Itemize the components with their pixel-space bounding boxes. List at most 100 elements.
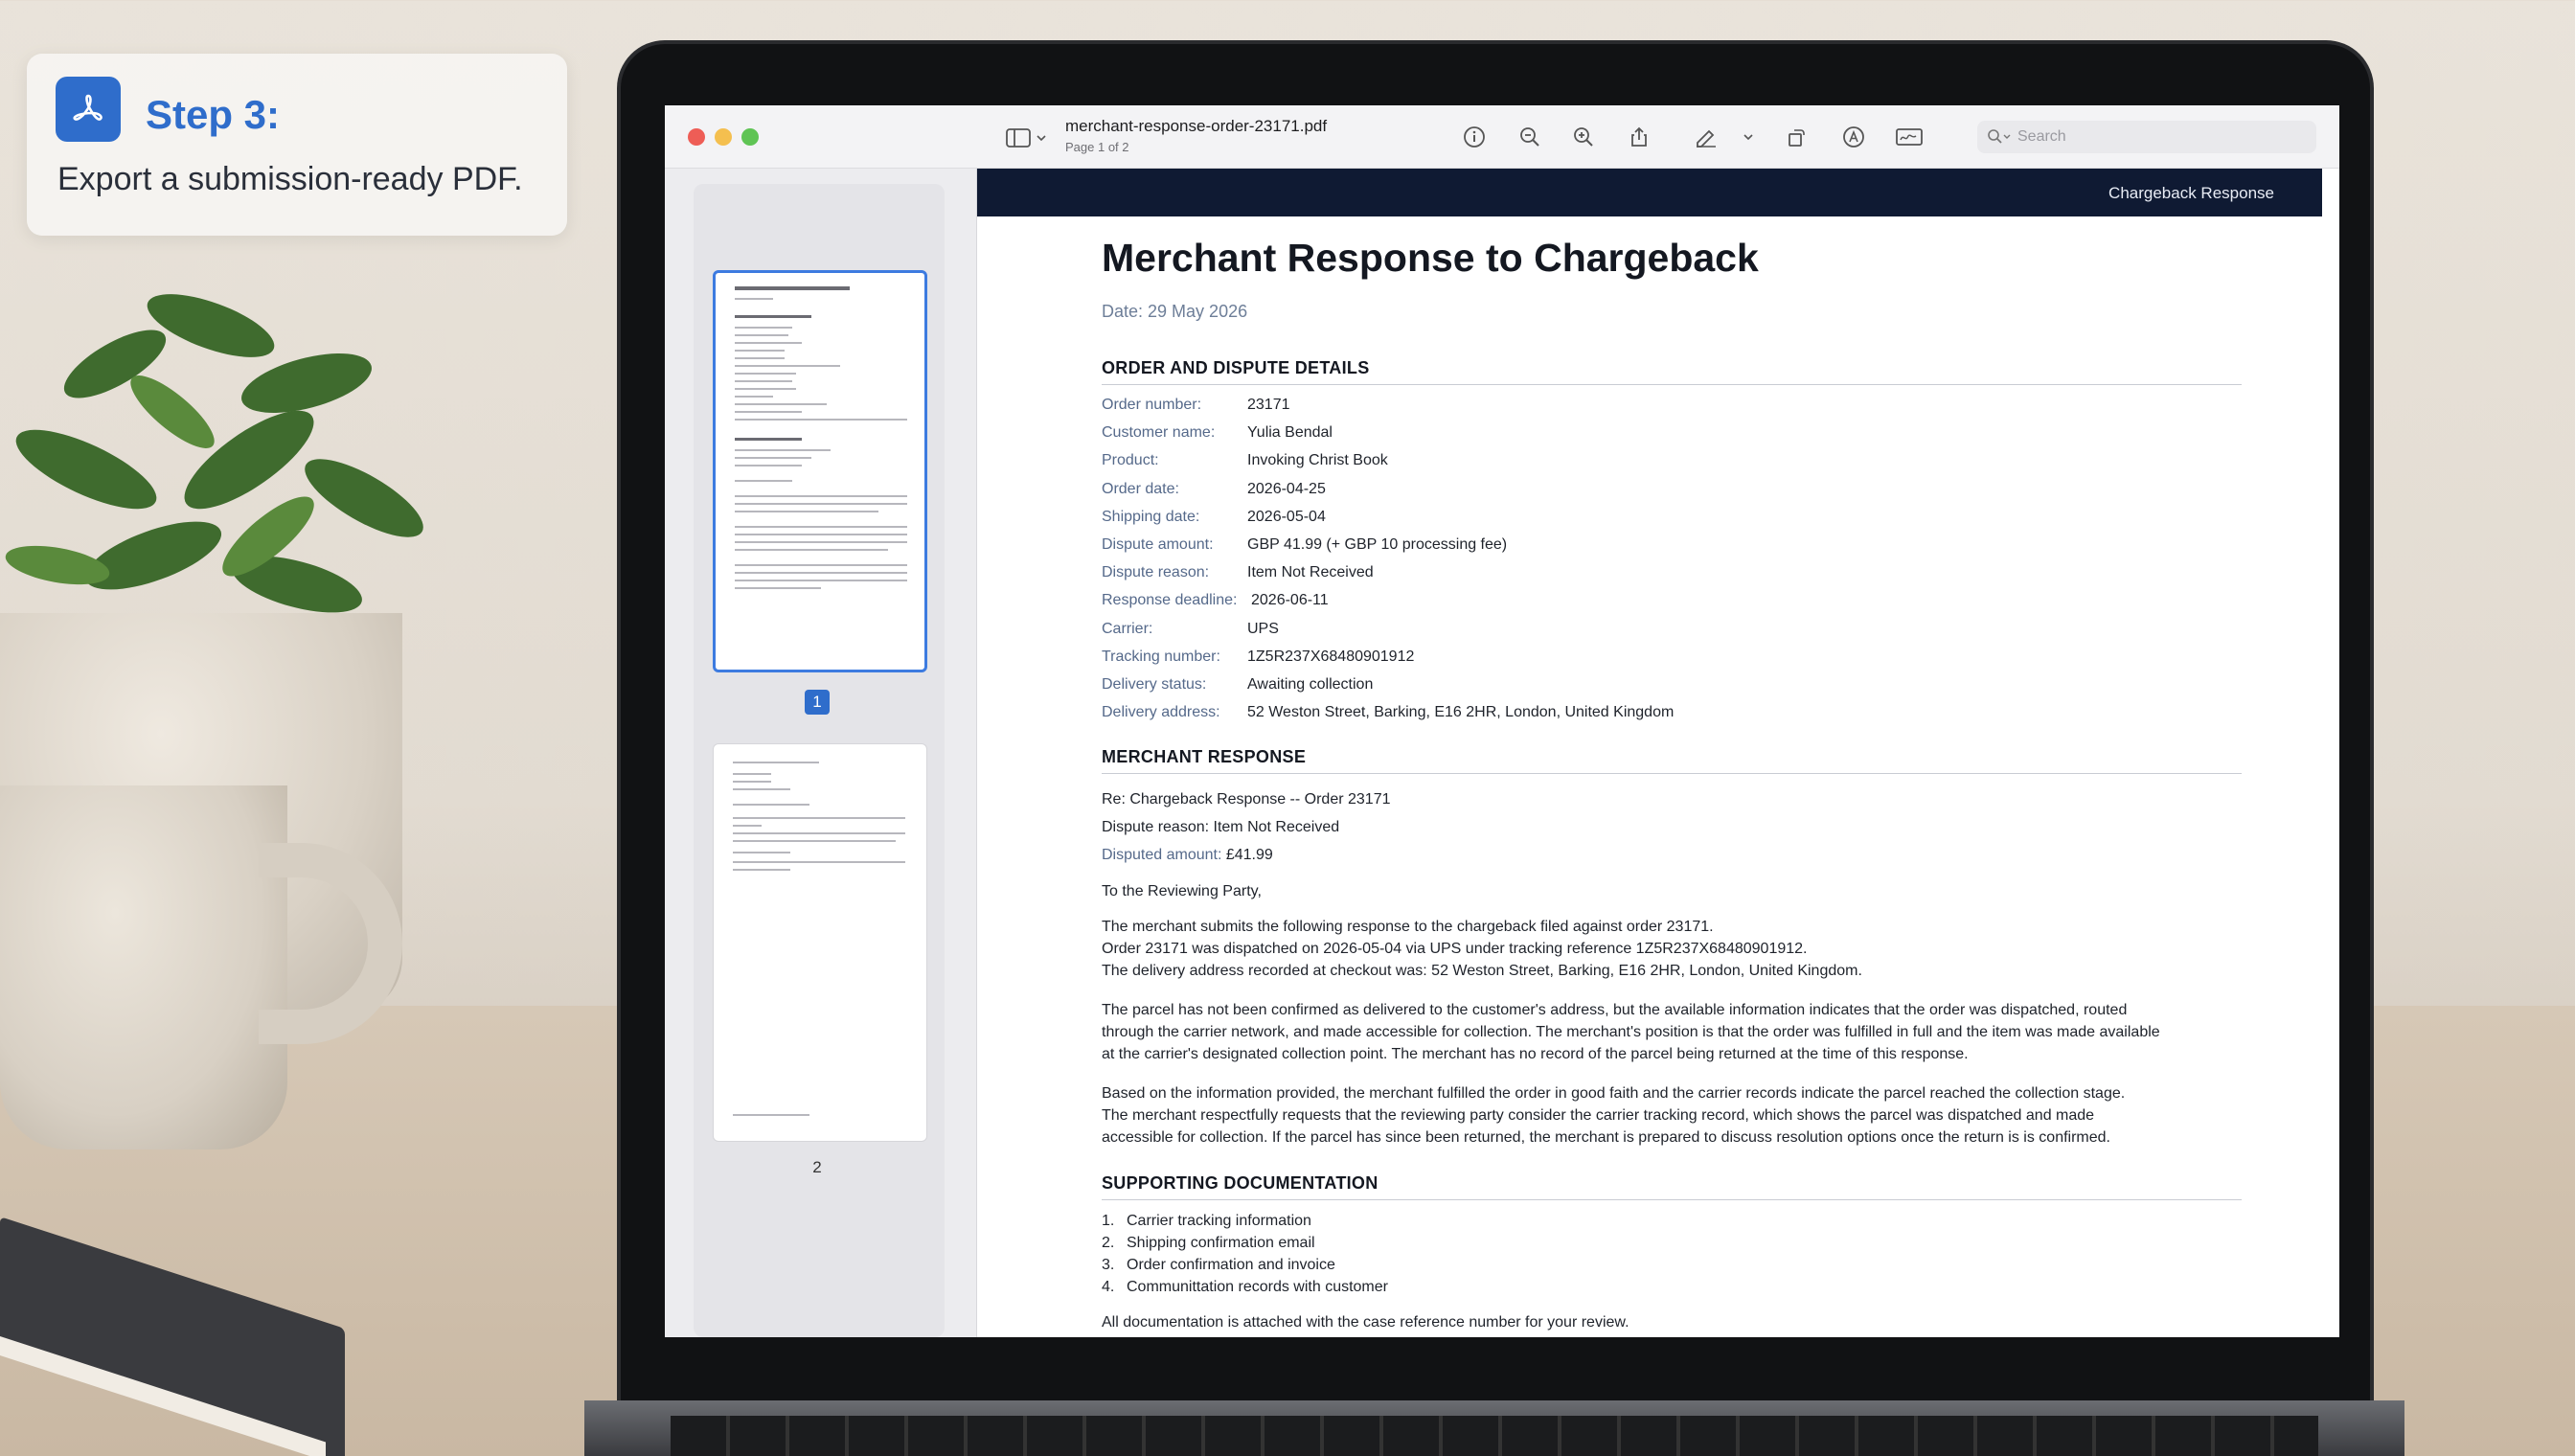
document-date: Date: 29 May 2026 bbox=[1102, 302, 1248, 321]
step-card: Step 3: Export a submission-ready PDF. bbox=[27, 54, 567, 236]
section-supporting-docs-title: SUPPORTING DOCUMENTATION bbox=[1102, 1173, 2242, 1201]
detail-label: Delivery address: bbox=[1102, 704, 1220, 721]
supporting-docs-list: 1. Carrier tracking information 2. Shippin… bbox=[1102, 1210, 2242, 1298]
acrobat-icon bbox=[56, 77, 121, 142]
list-text: Order confirmation and invoice bbox=[1127, 1257, 1335, 1274]
document-page: Chargeback Response Merchant Response to… bbox=[977, 169, 2339, 1337]
paragraph-line: The delivery address recorded at checkou… bbox=[1102, 963, 1862, 980]
sidebar-toggle-button[interactable] bbox=[1006, 126, 1054, 149]
closing-line: All documentation is attached with the c… bbox=[1102, 1314, 1629, 1331]
share-icon[interactable] bbox=[1625, 123, 1653, 151]
coffee-mug bbox=[0, 785, 287, 1149]
search-icon bbox=[1988, 129, 2011, 144]
step-subtitle: Export a submission-ready PDF. bbox=[57, 161, 523, 197]
document-page-info: Page 1 of 2 bbox=[1065, 140, 1129, 154]
detail-row: Response deadline: 2026-06-11 bbox=[1102, 586, 2242, 614]
zoom-in-icon[interactable] bbox=[1569, 123, 1598, 151]
detail-label: Dispute amount: bbox=[1102, 536, 1214, 554]
detail-value: UPS bbox=[1247, 620, 1279, 637]
list-item: 1. Carrier tracking information bbox=[1102, 1210, 2242, 1232]
list-number: 4. bbox=[1102, 1279, 1115, 1296]
response-amount-line: Disputed amount: £41.99 bbox=[1102, 841, 2242, 869]
detail-label: Order number: bbox=[1102, 397, 1202, 413]
markup-options-chevron-icon[interactable] bbox=[1734, 123, 1763, 151]
salutation: To the Reviewing Party, bbox=[1102, 883, 1262, 900]
signature-icon[interactable] bbox=[1895, 123, 1924, 151]
detail-value: GBP 41.99 (+ GBP 10 processing fee) bbox=[1247, 536, 1508, 554]
document-filename: merchant-response-order-23171.pdf bbox=[1065, 117, 1328, 135]
list-text: Carrier tracking information bbox=[1127, 1213, 1311, 1230]
detail-value: Yulia Bendal bbox=[1247, 424, 1333, 442]
page-number-1[interactable]: 1 bbox=[805, 690, 830, 715]
paragraph-line: The merchant respectfully requests that … bbox=[1102, 1107, 2095, 1125]
list-text: Communittation records with customer bbox=[1127, 1279, 1388, 1296]
document-header-bar: Chargeback Response bbox=[977, 169, 2322, 216]
paragraph-line: Order 23171 was dispatched on 2026-05-04… bbox=[1102, 941, 1808, 958]
detail-value: 52 Weston Street, Barking, E16 2HR, Lond… bbox=[1247, 704, 1675, 721]
detail-row: Dispute amount: GBP 41.99 (+ GBP 10 proce… bbox=[1102, 531, 2242, 558]
detail-row: Delivery status: Awaiting collection bbox=[1102, 671, 2242, 698]
list-number: 1. bbox=[1102, 1213, 1115, 1230]
search-input[interactable] bbox=[2017, 128, 2305, 146]
detail-label: Order date: bbox=[1102, 480, 1179, 497]
response-amount-label: Disputed amount: bbox=[1102, 847, 1222, 864]
list-text: Shipping confirmation email bbox=[1127, 1235, 1315, 1252]
detail-value: 2026-04-25 bbox=[1247, 480, 1326, 497]
search-field[interactable] bbox=[1977, 121, 2316, 153]
paragraph-2: The parcel has not been confirmed as del… bbox=[1102, 999, 2242, 1065]
detail-label: Product: bbox=[1102, 452, 1159, 469]
merchant-response-body: Re: Chargeback Response -- Order 23171 D… bbox=[1102, 785, 2242, 1149]
order-details-list: Order number: 23171 Customer name: Yulia B… bbox=[1102, 391, 2242, 726]
zoom-window-button[interactable] bbox=[741, 128, 759, 146]
response-reason-label: Dispute reason: bbox=[1102, 819, 1210, 836]
annotate-icon[interactable] bbox=[1839, 123, 1868, 151]
preview-window: merchant-response-order-23171.pdf Page 1… bbox=[665, 105, 2339, 1337]
detail-value: Item Not Received bbox=[1247, 564, 1374, 581]
page-number-2[interactable]: 2 bbox=[805, 1155, 830, 1180]
paragraph-line: The parcel has not been confirmed as del… bbox=[1102, 1002, 2128, 1019]
list-item: 4. Communittation records with customer bbox=[1102, 1276, 2242, 1298]
document-title: Merchant Response to Chargeback bbox=[1102, 236, 1759, 280]
markup-pen-icon[interactable] bbox=[1692, 123, 1720, 151]
zoom-out-icon[interactable] bbox=[1515, 123, 1544, 151]
paragraph-line: through the carrier network, and made ac… bbox=[1102, 1024, 2160, 1041]
detail-label: Carrier: bbox=[1102, 620, 1153, 637]
section-merchant-response-title: MERCHANT RESPONSE bbox=[1102, 747, 2242, 775]
step-title: Step 3: bbox=[146, 92, 281, 137]
laptop-keyboard bbox=[671, 1416, 2318, 1456]
page-thumbnail-2[interactable] bbox=[713, 743, 927, 1142]
detail-label: Dispute reason: bbox=[1102, 564, 1210, 581]
page-thumbnail-1[interactable] bbox=[713, 270, 927, 672]
detail-label: Delivery status: bbox=[1102, 676, 1207, 694]
detail-value: 23171 bbox=[1247, 397, 1290, 413]
sidebar-icon bbox=[1006, 128, 1031, 148]
paragraph-line: at the carrier's designated collection p… bbox=[1102, 1046, 1969, 1063]
detail-row: Order date: 2026-04-25 bbox=[1102, 475, 2242, 503]
detail-value: Invoking Christ Book bbox=[1247, 452, 1388, 469]
response-reason-line: Dispute reason: Item Not Received bbox=[1102, 813, 2242, 841]
detail-label: Tracking number: bbox=[1102, 648, 1220, 665]
section-order-details-title: ORDER AND DISPUTE DETAILS bbox=[1102, 358, 2242, 385]
detail-row: Product: Invoking Christ Book bbox=[1102, 446, 2242, 474]
rotate-icon[interactable] bbox=[1782, 123, 1811, 151]
list-number: 3. bbox=[1102, 1257, 1115, 1274]
detail-row: Carrier: UPS bbox=[1102, 615, 2242, 643]
detail-row: Delivery address: 52 Weston Street, Barki… bbox=[1102, 698, 2242, 726]
detail-label: Response deadline: bbox=[1102, 592, 1238, 609]
window-titlebar: merchant-response-order-23171.pdf Page 1… bbox=[665, 105, 2339, 169]
paragraph-line: accessible for collection. If the parcel… bbox=[1102, 1129, 2110, 1147]
detail-value: Awaiting collection bbox=[1247, 676, 1374, 694]
detail-label: Shipping date: bbox=[1102, 508, 1200, 525]
minimize-window-button[interactable] bbox=[715, 128, 732, 146]
detail-value: 2026-06-11 bbox=[1251, 592, 1329, 609]
detail-value: 1Z5R237X68480901912 bbox=[1247, 648, 1415, 665]
detail-row: Shipping date: 2026-05-04 bbox=[1102, 503, 2242, 531]
info-icon[interactable] bbox=[1460, 123, 1489, 151]
paragraph-1: The merchant submits the following respo… bbox=[1102, 916, 2242, 982]
chevron-down-icon bbox=[1037, 135, 1046, 142]
list-item: 3. Order confirmation and invoice bbox=[1102, 1254, 2242, 1276]
close-window-button[interactable] bbox=[688, 128, 705, 146]
detail-row: Customer name: Yulia Bendal bbox=[1102, 419, 2242, 446]
list-number: 2. bbox=[1102, 1235, 1115, 1252]
thumbnail-sidebar: 1 2 bbox=[665, 169, 977, 1337]
